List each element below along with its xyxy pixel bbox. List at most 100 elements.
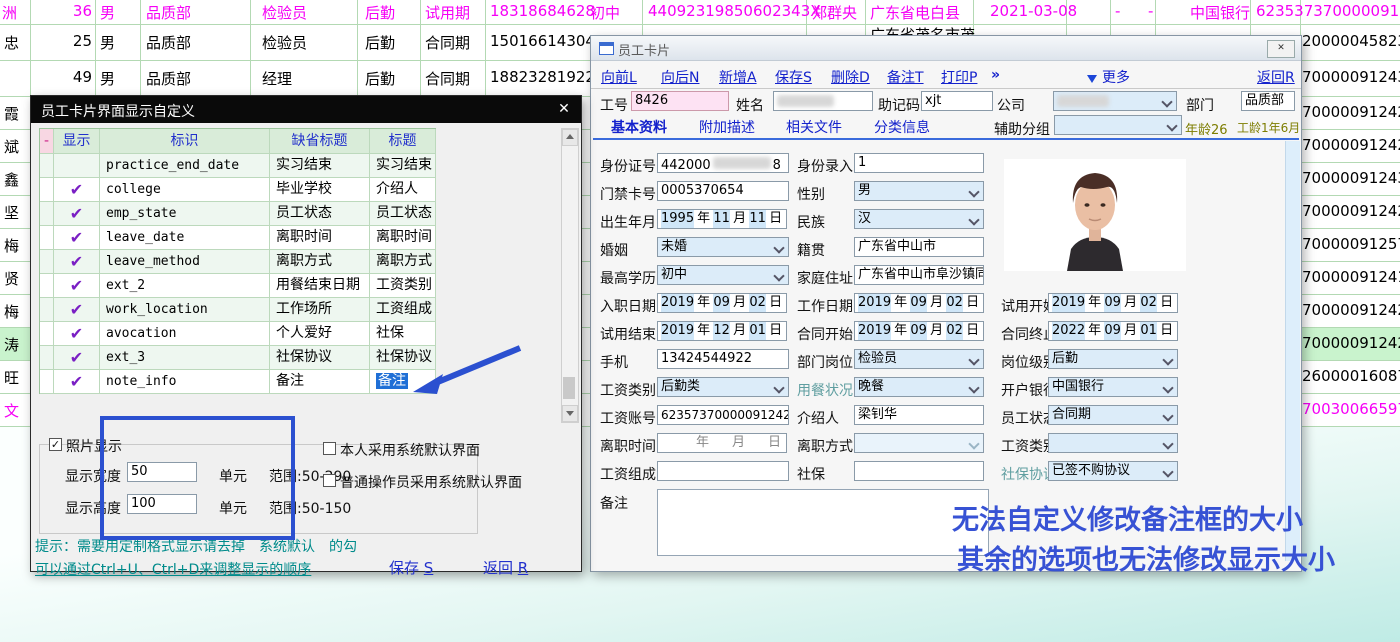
identifier-cell[interactable]: work_location xyxy=(100,298,270,322)
grid-cell[interactable]: 200000458233 xyxy=(1302,32,1400,50)
table-scrollbar[interactable] xyxy=(561,128,579,423)
grid-cell[interactable]: 贤 xyxy=(4,268,19,289)
trial-end-input[interactable]: 2019年 12月 01日 xyxy=(657,321,787,341)
grid-cell[interactable]: 36 xyxy=(60,2,92,20)
name-input[interactable] xyxy=(773,91,873,111)
grid-cell[interactable]: 坚 xyxy=(4,202,19,223)
emp-state-select[interactable]: 合同期 xyxy=(1048,405,1178,425)
identifier-cell[interactable]: college xyxy=(100,178,270,202)
self-default-ui-checkbox[interactable] xyxy=(323,442,336,455)
grid-cell[interactable]: 700000912419 xyxy=(1302,268,1400,286)
operator-default-ui-checkbox[interactable] xyxy=(323,474,336,487)
grid-cell[interactable]: 初中 xyxy=(590,2,620,23)
grid-cell[interactable]: 经理 xyxy=(262,68,292,89)
scroll-up-icon[interactable] xyxy=(562,129,578,146)
referrer-input[interactable]: 梁钊华 xyxy=(854,405,984,425)
tab-category-info[interactable]: 分类信息 xyxy=(874,117,930,137)
grid-cell[interactable]: 文 xyxy=(4,400,19,421)
id-entry-input[interactable]: 1 xyxy=(854,153,984,173)
grid-cell[interactable]: 中国银行 xyxy=(1190,2,1250,23)
salary-type-select[interactable] xyxy=(1048,433,1178,453)
leave-date-input[interactable]: 年 月 日 xyxy=(657,433,787,453)
grid-cell[interactable]: - xyxy=(1148,2,1153,20)
toolbar-back-button[interactable]: 返回R xyxy=(1257,67,1295,87)
grid-cell[interactable]: 霞 xyxy=(4,103,19,124)
identifier-cell[interactable]: emp_state xyxy=(100,202,270,226)
grid-cell[interactable]: 700000912426 xyxy=(1302,103,1400,121)
grid-cell[interactable]: 检验员 xyxy=(262,32,307,53)
title-cell[interactable]: 员工状态 xyxy=(370,202,436,226)
toolbar-delete-button[interactable]: 删除D xyxy=(831,67,870,87)
default-title-cell[interactable]: 备注 xyxy=(270,370,370,394)
toolbar-save-button[interactable]: 保存S xyxy=(775,67,812,87)
title-cell[interactable]: 工资类别 xyxy=(370,274,436,298)
grid-cell[interactable]: 涛 xyxy=(4,334,19,355)
default-title-cell[interactable]: 工作场所 xyxy=(270,298,370,322)
grid-cell[interactable]: - xyxy=(1115,2,1120,20)
grid-cell[interactable]: 品质部 xyxy=(146,2,191,23)
table-row[interactable]: ✔ work_location 工作场所 工资组成 xyxy=(40,298,436,322)
grid-cell[interactable]: 后勤 xyxy=(365,68,395,89)
default-title-cell[interactable]: 社保协议 xyxy=(270,346,370,370)
title-cell[interactable]: 实习结束 xyxy=(370,154,436,178)
grid-cell[interactable]: 洲 xyxy=(2,2,17,23)
identifier-cell[interactable]: leave_date xyxy=(100,226,270,250)
show-checkbox-cell[interactable]: ✔ xyxy=(54,202,100,226)
id-number-input[interactable]: 4420008 xyxy=(657,153,789,173)
mobile-input[interactable]: 13424544922 xyxy=(657,349,789,369)
grid-cell[interactable]: 鑫 xyxy=(4,169,19,190)
table-row[interactable]: ✔ leave_method 离职方式 离职方式 xyxy=(40,250,436,274)
show-checkbox-cell[interactable]: ✔ xyxy=(54,322,100,346)
grid-cell[interactable]: 男 xyxy=(100,2,115,23)
table-row[interactable]: ✔ avocation 个人爱好 社保 xyxy=(40,322,436,346)
toolbar-more-button[interactable]: 更多 xyxy=(1087,67,1130,87)
grid-cell[interactable]: 郑群央 xyxy=(812,2,857,23)
grid-cell[interactable]: 后勤 xyxy=(365,2,395,23)
grid-cell[interactable]: 品质部 xyxy=(146,68,191,89)
default-title-cell[interactable]: 毕业学校 xyxy=(270,178,370,202)
table-row-note-info[interactable]: ✔ note_info 备注 备注 xyxy=(40,370,436,394)
tab-related-files[interactable]: 相关文件 xyxy=(786,117,842,137)
dept-input[interactable]: 品质部 xyxy=(1241,91,1295,111)
post-level-select[interactable]: 后勤 xyxy=(1048,349,1178,369)
show-checkbox-cell[interactable]: ✔ xyxy=(54,298,100,322)
grid-cell[interactable]: 男 xyxy=(100,68,115,89)
close-icon[interactable]: ✕ xyxy=(553,99,575,119)
grid-cell[interactable]: 试用期 xyxy=(425,2,470,23)
identifier-cell[interactable]: leave_method xyxy=(100,250,270,274)
toolbar-add-button[interactable]: 新增A xyxy=(719,67,757,87)
toolbar-next-button[interactable]: 向后N xyxy=(661,67,699,87)
grid-cell[interactable]: 700300665972 xyxy=(1302,400,1400,418)
photo-show-checkbox[interactable]: ✓ xyxy=(49,438,62,451)
sex-select[interactable]: 男 xyxy=(854,181,984,201)
grid-cell[interactable]: 700000912421 xyxy=(1302,334,1400,352)
grid-cell[interactable]: 检验员 xyxy=(262,2,307,23)
grid-cell[interactable]: 700000912420 xyxy=(1302,301,1400,319)
tab-basic-info[interactable]: 基本资料 xyxy=(611,117,667,137)
back-button[interactable]: 返回 R xyxy=(483,557,528,578)
grid-cell[interactable]: 18823281922 xyxy=(490,68,595,86)
table-row[interactable]: practice_end_date 实习结束 实习结束 xyxy=(40,154,436,178)
meal-status-select[interactable]: 晚餐 xyxy=(854,377,984,397)
identifier-cell[interactable]: ext_2 xyxy=(100,274,270,298)
salary-category-select[interactable]: 后勤类 xyxy=(657,377,789,397)
education-select[interactable]: 初中 xyxy=(657,265,789,285)
leave-method-select[interactable] xyxy=(854,433,984,453)
grid-cell[interactable]: 2021-03-08 xyxy=(990,2,1077,20)
trial-start-input[interactable]: 2019年 09月 02日 xyxy=(1048,293,1178,313)
toolbar-prev-button[interactable]: 向前L xyxy=(601,67,637,87)
default-title-cell[interactable]: 个人爱好 xyxy=(270,322,370,346)
show-checkbox-cell[interactable]: ✔ xyxy=(54,346,100,370)
close-icon[interactable]: ✕ xyxy=(1267,40,1295,58)
identifier-cell[interactable]: note_info xyxy=(100,370,270,394)
grid-cell[interactable]: 后勤 xyxy=(365,32,395,53)
grid-cell[interactable]: 700000912577 xyxy=(1302,235,1400,253)
toolbar-overflow-icon[interactable]: » xyxy=(991,67,1000,83)
show-checkbox-cell[interactable]: ✔ xyxy=(54,250,100,274)
table-row[interactable]: ✔ emp_state 员工状态 员工状态 xyxy=(40,202,436,226)
grid-cell[interactable]: 旺 xyxy=(4,367,19,388)
contract-end-input[interactable]: 2022年 09月 01日 xyxy=(1048,321,1178,341)
note-textarea[interactable] xyxy=(657,489,989,556)
table-row[interactable]: ✔ ext_2 用餐结束日期 工资类别 xyxy=(40,274,436,298)
social-security-input[interactable] xyxy=(854,461,984,481)
